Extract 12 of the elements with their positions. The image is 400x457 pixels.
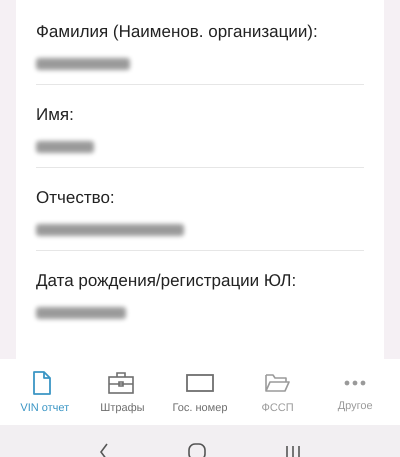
field-label: Фамилия (Наименов. организации): bbox=[36, 22, 319, 42]
nav-tab[interactable]: Гос. номер bbox=[161, 366, 239, 418]
briefcase-icon bbox=[108, 370, 136, 396]
home-icon[interactable] bbox=[188, 443, 206, 457]
recent-apps-icon[interactable] bbox=[284, 445, 301, 457]
nav-tab[interactable]: VIN отчет bbox=[6, 366, 84, 418]
field-label: Дата рождения/регистрации ЮЛ: bbox=[36, 271, 298, 291]
back-icon[interactable] bbox=[99, 443, 110, 457]
field-label: Имя: bbox=[36, 105, 75, 125]
nav-tab[interactable]: Штрафы bbox=[84, 366, 162, 418]
field-label: Отчество: bbox=[36, 188, 116, 208]
more-icon bbox=[344, 380, 366, 386]
